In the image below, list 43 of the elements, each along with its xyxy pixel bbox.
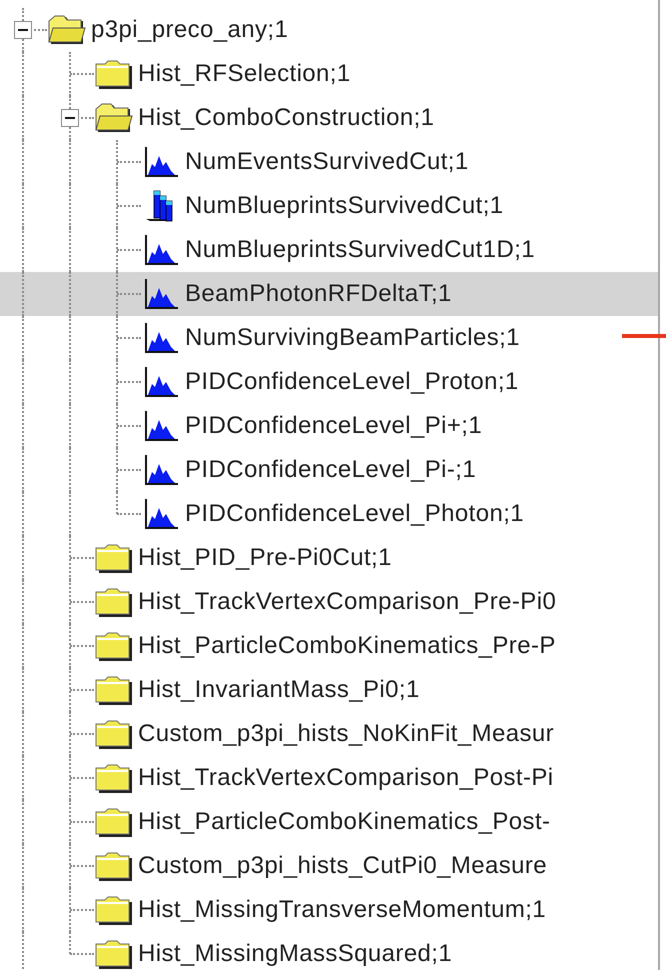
- histogram-icon: [142, 322, 180, 354]
- tree-item[interactable]: BeamPhotonRFDeltaT;1: [0, 272, 658, 316]
- folder-icon: [95, 762, 133, 794]
- tree-item[interactable]: PIDConfidenceLevel_Pi-;1: [0, 448, 658, 492]
- tree-item[interactable]: NumSurvivingBeamParticles;1: [0, 316, 658, 360]
- folder-icon: [95, 806, 133, 838]
- tree-item[interactable]: PIDConfidenceLevel_Proton;1: [0, 360, 658, 404]
- folder-icon: [95, 894, 133, 926]
- folder-icon: [95, 674, 133, 706]
- tree-item[interactable]: Hist_RFSelection;1: [0, 52, 658, 96]
- tree-item[interactable]: Hist_ParticleComboKinematics_Post-: [0, 800, 658, 844]
- histogram-icon: [142, 410, 180, 442]
- tree-item[interactable]: Hist_ComboConstruction;1: [0, 96, 658, 140]
- tree-item[interactable]: Hist_InvariantMass_Pi0;1: [0, 668, 658, 712]
- tree-item[interactable]: NumBlueprintsSurvivedCut;1: [0, 184, 658, 228]
- tree-item[interactable]: Hist_TrackVertexComparison_Post-Pi: [0, 756, 658, 800]
- tree-item[interactable]: p3pi_preco_any;1: [0, 8, 658, 52]
- tree-item[interactable]: Custom_p3pi_hists_CutPi0_Measure: [0, 844, 658, 888]
- tree-item[interactable]: Hist_ParticleComboKinematics_Pre-P: [0, 624, 658, 668]
- folder-icon: [95, 630, 133, 662]
- tree-item[interactable]: PIDConfidenceLevel_Pi+;1: [0, 404, 658, 448]
- histogram-icon: [142, 454, 180, 486]
- folder-icon: [95, 586, 133, 618]
- folder-icon: [95, 58, 133, 90]
- histogram-icon: [142, 146, 180, 178]
- histogram-icon: [142, 498, 180, 530]
- expander-button[interactable]: [61, 109, 79, 127]
- folder-icon: [95, 718, 133, 750]
- tree-item[interactable]: Hist_TrackVertexComparison_Pre-Pi0: [0, 580, 658, 624]
- open-folder-icon: [95, 102, 133, 134]
- tree-item[interactable]: Hist_MissingMassSquared;1: [0, 932, 658, 970]
- histogram-icon: [142, 366, 180, 398]
- expander-button[interactable]: [14, 21, 32, 39]
- tree-item[interactable]: Hist_MissingTransverseMomentum;1: [0, 888, 658, 932]
- histogram-icon: [142, 234, 180, 266]
- folder-icon: [95, 850, 133, 882]
- tree-item[interactable]: NumEventsSurvivedCut;1: [0, 140, 658, 184]
- tree-item[interactable]: Custom_p3pi_hists_NoKinFit_Measur: [0, 712, 658, 756]
- folder-icon: [95, 542, 133, 574]
- tree-item[interactable]: PIDConfidenceLevel_Photon;1: [0, 492, 658, 536]
- tree-item[interactable]: Hist_PID_Pre-Pi0Cut;1: [0, 536, 658, 580]
- open-folder-icon: [48, 14, 86, 46]
- histogram-icon: [142, 278, 180, 310]
